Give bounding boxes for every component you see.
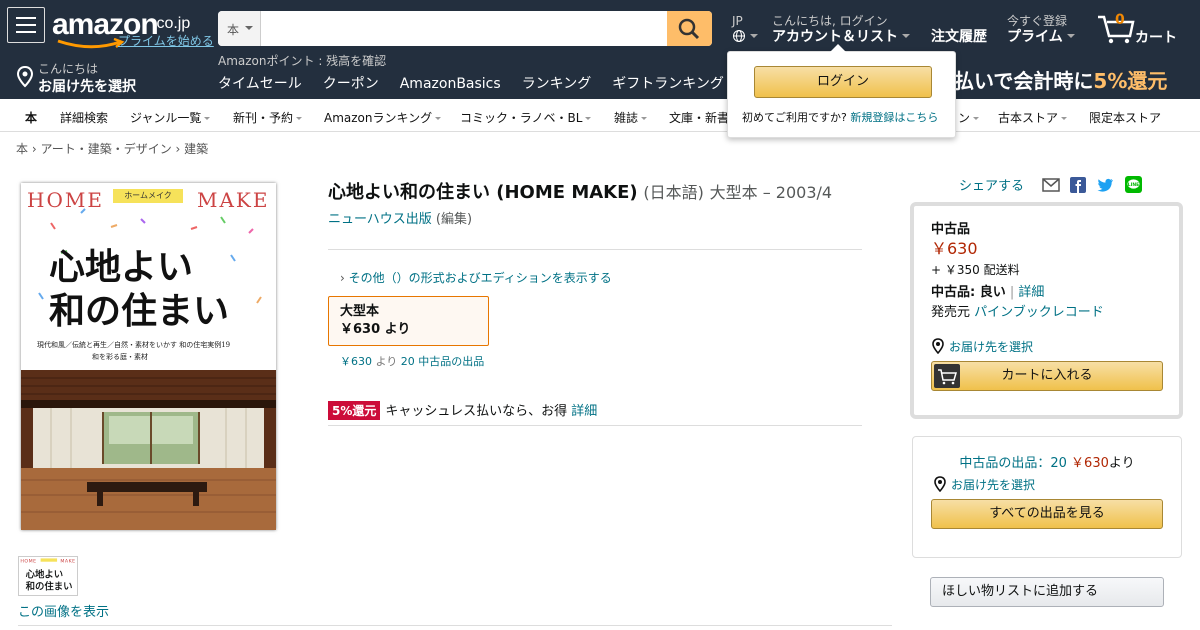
register-link[interactable]: 新規登録はこちら [850, 111, 938, 124]
prime-menu[interactable]: 今すぐ登録 プライム [1007, 14, 1075, 46]
used-offers-summary: ￥630 より 20 中古品の出品 [340, 355, 485, 368]
email-icon[interactable] [1042, 178, 1060, 192]
search-icon [678, 18, 700, 40]
add-to-cart-button[interactable]: カートに入れる [931, 361, 1163, 391]
cashless-detail-link[interactable]: 詳細 [571, 404, 597, 419]
points-link[interactable]: Amazonポイント : 残高を確認 [218, 52, 386, 69]
catbar-item[interactable]: コミック・ラノベ・BL [460, 109, 592, 126]
share-row: シェアする LINE [959, 175, 1142, 194]
login-flyout: ログイン 初めてご利用ですか? 新規登録はこちら [727, 44, 956, 138]
add-to-wishlist-button[interactable]: ほしい物リストに追加する [930, 577, 1164, 607]
breadcrumb-item[interactable]: 建築 [184, 142, 208, 156]
divider [328, 249, 862, 250]
product-title: 心地よい和の住まい (HOME MAKE) (日本語) 大型本 – 2003/4 [328, 182, 833, 203]
condition-label: 中古品 [931, 222, 971, 237]
shipping-fee: + ￥350 配送料 [931, 263, 1020, 277]
svg-text:LINE: LINE [1127, 182, 1138, 188]
breadcrumb-item[interactable]: アート・建築・デザイン [40, 142, 171, 156]
see-all-offers-button[interactable]: すべての出品を見る [931, 499, 1163, 529]
subnav-item[interactable]: ギフトランキング [612, 76, 724, 92]
catbar-home[interactable]: 本 [25, 109, 37, 126]
catbar-item[interactable]: 詳細検索 [60, 109, 108, 126]
smile-arrow-icon [57, 38, 125, 49]
cashless-offer: 5%還元 キャッシュレス払いなら、お得 詳細 [328, 400, 597, 420]
cashless-badge: 5%還元 [328, 401, 381, 420]
format-swatch-selected[interactable]: 大型本 ￥630 より [328, 296, 489, 346]
deliver-to-selector[interactable]: こんにちは お届け先を選択 [16, 63, 136, 96]
language-selector[interactable]: JP [732, 14, 758, 46]
catbar-item[interactable]: 雑誌 [614, 109, 648, 126]
cart-link[interactable]: 0 カート [1096, 12, 1177, 48]
cover-brand-sub: ホームメイク [113, 189, 183, 203]
search-bar: 本 [218, 11, 712, 46]
catbar-item[interactable]: 限定本ストア [1089, 109, 1161, 126]
catbar-item[interactable]: 文庫・新書 [669, 109, 729, 126]
buy-box: 中古品 ￥630 + ￥350 配送料 中古品: 良い | 詳細 発売元 パイン… [910, 202, 1183, 419]
subnav-item[interactable]: ランキング [522, 76, 592, 92]
thumbnail-image[interactable]: HOME MAKE 心地よい 和の住まい [18, 556, 78, 596]
used-offers-line[interactable]: 中古品の出品：20 ￥630より [913, 452, 1181, 471]
condition-detail: 中古品: 良い [931, 285, 1006, 300]
search-input[interactable] [262, 11, 667, 46]
twitter-icon[interactable] [1096, 177, 1114, 193]
cart-label: カート [1135, 30, 1177, 46]
search-button[interactable] [667, 11, 712, 46]
buybox-price: ￥630 [931, 239, 978, 258]
search-category-select[interactable]: 本 [218, 11, 261, 46]
cover-brand-right: MAKE [197, 188, 270, 212]
account-lists-menu[interactable]: こんにちは, ログイン アカウント＆リスト [772, 14, 910, 46]
amazon-logo[interactable]: amazon .co.jp プライムを始める [52, 8, 214, 49]
breadcrumb-item[interactable]: 本 [16, 142, 28, 156]
catbar-item[interactable]: ジャンル一覧 [130, 109, 211, 126]
condition-detail-link[interactable]: 詳細 [1018, 285, 1044, 300]
cover-photo [21, 370, 276, 530]
other-offers-box: 中古品の出品：20 ￥630より お届け先を選択 すべての出品を見る [912, 436, 1182, 558]
catbar-item[interactable]: 新刊・予約 [233, 109, 303, 126]
location-pin-icon [932, 338, 944, 355]
subnav-item[interactable]: クーポン [323, 76, 379, 92]
seller-label: 発売元 [931, 305, 971, 320]
hamburger-menu-icon[interactable] [7, 7, 45, 43]
deliver-to-link[interactable]: お届け先を選択 [931, 337, 1171, 357]
header: amazon .co.jp プライムを始める 本 JP こんにちは, ログイン … [0, 0, 1200, 99]
seller-link[interactable]: パインブックレコード [974, 305, 1104, 320]
product-author: ニューハウス出版 (編集) [328, 212, 473, 227]
prime-signup-link[interactable]: プライムを始める [118, 32, 214, 49]
catbar-item[interactable]: ン [958, 109, 980, 126]
location-pin-icon [934, 476, 946, 493]
logo-suffix: .co.jp [152, 15, 191, 32]
cover-title: 心地よい 和の住まい [49, 246, 230, 332]
globe-icon [733, 30, 745, 42]
other-editions-link[interactable]: › その他（）の形式およびエディションを表示する [340, 269, 612, 286]
facebook-icon[interactable] [1070, 177, 1087, 193]
cart-count: 0 [1115, 12, 1125, 28]
cart-icon [934, 364, 960, 388]
author-link[interactable]: ニューハウス出版 [328, 212, 432, 227]
cashless-promo-banner[interactable]: 払いで会計時に5%還元 [954, 65, 1167, 94]
book-cover-image[interactable]: HOME ホームメイク MAKE 心地よい 和の住まい 現代和風／伝統と再生／自然… [21, 183, 276, 530]
location-pin-icon [16, 66, 34, 88]
line-icon[interactable]: LINE [1124, 176, 1142, 193]
share-link[interactable]: シェアする [959, 179, 1024, 194]
deliver-to-link[interactable]: お届け先を選択 [933, 476, 1035, 493]
catbar-item[interactable]: 古本ストア [998, 109, 1068, 126]
login-button[interactable]: ログイン [754, 66, 932, 98]
breadcrumb: 本 › アート・建築・デザイン › 建築 [16, 142, 209, 156]
orders-link[interactable]: 注文履歴 [931, 28, 987, 46]
new-customer-text: 初めてご利用ですか? [742, 111, 847, 124]
subnav-item[interactable]: タイムセール [218, 76, 302, 92]
catbar-item[interactable]: Amazonランキング [324, 109, 442, 126]
category-bar: 本 詳細検索 ジャンル一覧 新刊・予約 Amazonランキング コミック・ラノベ… [0, 99, 1200, 132]
used-count-link[interactable]: 20 中古品の出品 [401, 355, 485, 368]
view-image-link[interactable]: この画像を表示 [18, 601, 109, 620]
divider [18, 625, 892, 626]
cover-brand-left: HOME [27, 188, 104, 212]
sub-navigation: タイムセールクーポンAmazonBasicsランキングギフトランキング新着 [218, 73, 794, 93]
subnav-item[interactable]: AmazonBasics [400, 76, 501, 92]
cover-subtitle: 現代和風／伝統と再生／自然・素材をいかす 和の住宅実例19 和を彩る庭・素材 [37, 341, 231, 361]
divider [328, 425, 862, 426]
